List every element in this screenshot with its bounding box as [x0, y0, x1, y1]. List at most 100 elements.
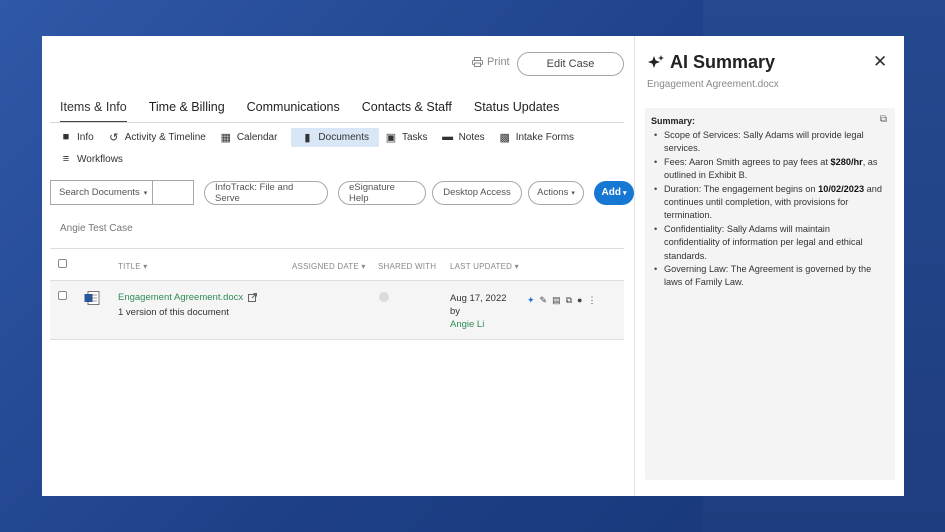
app-window: Print Edit Case Items & Info Time & Bill…: [42, 36, 904, 496]
summary-item: Scope of Services: Sally Adams will prov…: [651, 129, 887, 156]
edit-pencil-icon[interactable]: ✎: [540, 295, 548, 306]
caret-down-icon: ▾: [143, 189, 148, 197]
updated-by-name[interactable]: Angie Li: [450, 318, 507, 331]
column-title[interactable]: TITLE ▾: [118, 262, 147, 271]
sort-caret-icon: ▾: [143, 262, 148, 271]
document-icon: ▮: [304, 131, 311, 144]
ai-sparkle-icon[interactable]: ✦: [527, 295, 535, 306]
briefcase-icon: ■: [62, 131, 70, 143]
row-divider: [50, 339, 624, 340]
print-label: Print: [487, 56, 510, 68]
column-assigned-date[interactable]: ASSIGNED DATE ▾: [292, 262, 366, 271]
edit-case-button[interactable]: Edit Case: [517, 52, 624, 76]
comment-icon[interactable]: ●: [577, 295, 582, 306]
column-shared-with: SHARED WITH: [378, 262, 437, 271]
subnav-activity[interactable]: ↺ Activity & Timeline: [108, 128, 214, 147]
actions-label: Actions: [537, 187, 569, 198]
panel-document-name: Engagement Agreement.docx: [647, 79, 779, 90]
summary-item: Confidentiality: Sally Adams will mainta…: [651, 223, 887, 263]
tab-time-billing[interactable]: Time & Billing: [149, 100, 225, 123]
case-name: Angie Test Case: [60, 223, 133, 234]
subnav-notes-label: Notes: [458, 131, 485, 143]
ai-summary-panel: AI Summary ✕ Engagement Agreement.docx S…: [635, 36, 904, 496]
panel-title: AI Summary: [647, 52, 775, 73]
summary-item: Governing Law: The Agreement is governed…: [651, 263, 887, 290]
external-link-icon[interactable]: [248, 293, 258, 302]
tab-items-info[interactable]: Items & Info: [60, 100, 127, 123]
column-assigned-label: ASSIGNED DATE: [292, 262, 359, 271]
search-group: Search Documents ▾: [50, 180, 194, 205]
calendar-icon: ▦: [220, 131, 232, 144]
more-menu-icon[interactable]: ⋮: [587, 295, 596, 306]
copy-summary-icon[interactable]: ⧉: [880, 114, 887, 125]
esignature-help-button[interactable]: eSignature Help: [338, 180, 426, 205]
subnav-calendar[interactable]: ▦ Calendar: [220, 128, 286, 147]
document-title-text: Engagement Agreement.docx: [118, 292, 244, 303]
subnav-info[interactable]: ■ Info: [60, 128, 102, 146]
subnav-notes[interactable]: ▬ Notes: [442, 128, 493, 146]
search-select-label: Search Documents: [59, 187, 140, 198]
tabs-divider: [50, 122, 624, 123]
close-icon[interactable]: ✕: [873, 52, 887, 72]
subnav-workflows-label: Workflows: [77, 153, 123, 165]
subnav-calendar-label: Calendar: [236, 131, 278, 143]
case-main: Print Edit Case Items & Info Time & Bill…: [42, 36, 634, 496]
word-document-icon: [84, 291, 100, 305]
printer-icon: [472, 57, 483, 67]
panel-title-text: AI Summary: [670, 52, 776, 72]
history-icon: ↺: [109, 131, 119, 144]
summary-item: Fees: Aaron Smith agrees to pay fees at …: [651, 156, 887, 183]
column-updated-label: LAST UPDATED: [450, 262, 513, 271]
updated-date: Aug 17, 2022: [450, 293, 507, 304]
infotrack-button[interactable]: InfoTrack: File and Serve: [204, 180, 328, 205]
document-view-icon[interactable]: ▤: [552, 295, 561, 306]
copy-icon[interactable]: ⧉: [566, 295, 572, 306]
workflow-list-icon: ≡: [62, 153, 70, 165]
actions-dropdown[interactable]: Actions ▾: [528, 180, 584, 205]
subnav-tasks[interactable]: ▣ Tasks: [385, 128, 436, 147]
note-icon: ▬: [442, 131, 454, 143]
subnav-documents-label: Documents: [318, 131, 369, 143]
case-tabs: Items & Info Time & Billing Communicatio…: [60, 100, 559, 123]
row-checkbox[interactable]: [58, 291, 67, 300]
column-title-label: TITLE: [118, 262, 141, 271]
subnav-documents[interactable]: ▮ Documents: [291, 127, 379, 147]
desktop-access-button[interactable]: Desktop Access: [432, 180, 522, 205]
subnav-intake-label: Intake Forms: [515, 131, 575, 143]
summary-box: Summary: ⧉ Scope of Services: Sally Adam…: [645, 108, 895, 480]
add-label: Add: [601, 187, 621, 198]
form-icon: ▩: [499, 131, 510, 144]
tab-status-updates[interactable]: Status Updates: [474, 100, 559, 123]
ai-sparkle-icon: [648, 54, 664, 68]
search-documents-select[interactable]: Search Documents ▾: [50, 180, 152, 205]
summary-list: Scope of Services: Sally Adams will prov…: [651, 129, 887, 290]
tab-communications[interactable]: Communications: [247, 100, 340, 123]
last-updated-cell: Aug 17, 2022 by Angie Li: [450, 292, 507, 331]
add-dropdown-button[interactable]: Add ▾: [594, 180, 634, 205]
subnav-tasks-label: Tasks: [402, 131, 428, 143]
print-button[interactable]: Print: [472, 56, 510, 68]
summary-item: Duration: The engagement begins on 10/02…: [651, 183, 887, 223]
sort-caret-icon: ▾: [361, 262, 366, 271]
shared-with-avatar: [379, 292, 389, 302]
subnav-intake[interactable]: ▩ Intake Forms: [499, 128, 582, 147]
subnav-activity-label: Activity & Timeline: [124, 131, 206, 143]
sub-navigation: ■ Info ↺ Activity & Timeline ▦ Calendar …: [60, 126, 620, 170]
case-divider: [50, 248, 624, 249]
document-version-count: 1 version of this document: [118, 307, 229, 318]
updated-by-label: by: [450, 306, 461, 317]
search-input[interactable]: [152, 180, 194, 205]
subnav-info-label: Info: [77, 131, 94, 143]
row-actions: ✦ ✎ ▤ ⧉ ● ⋮: [527, 295, 596, 306]
clipboard-icon: ▣: [385, 131, 397, 144]
select-all-checkbox[interactable]: [58, 259, 67, 268]
summary-heading: Summary:: [651, 116, 696, 126]
tab-contacts-staff[interactable]: Contacts & Staff: [362, 100, 452, 123]
column-last-updated[interactable]: LAST UPDATED ▾: [450, 262, 519, 271]
caret-down-icon: ▾: [571, 189, 575, 197]
subnav-workflows[interactable]: ≡ Workflows: [60, 150, 131, 168]
sort-caret-icon: ▾: [514, 262, 519, 271]
documents-toolbar: Search Documents ▾ InfoTrack: File and S…: [50, 180, 634, 205]
caret-down-icon: ▾: [622, 189, 627, 197]
document-title-link[interactable]: Engagement Agreement.docx: [118, 292, 258, 303]
